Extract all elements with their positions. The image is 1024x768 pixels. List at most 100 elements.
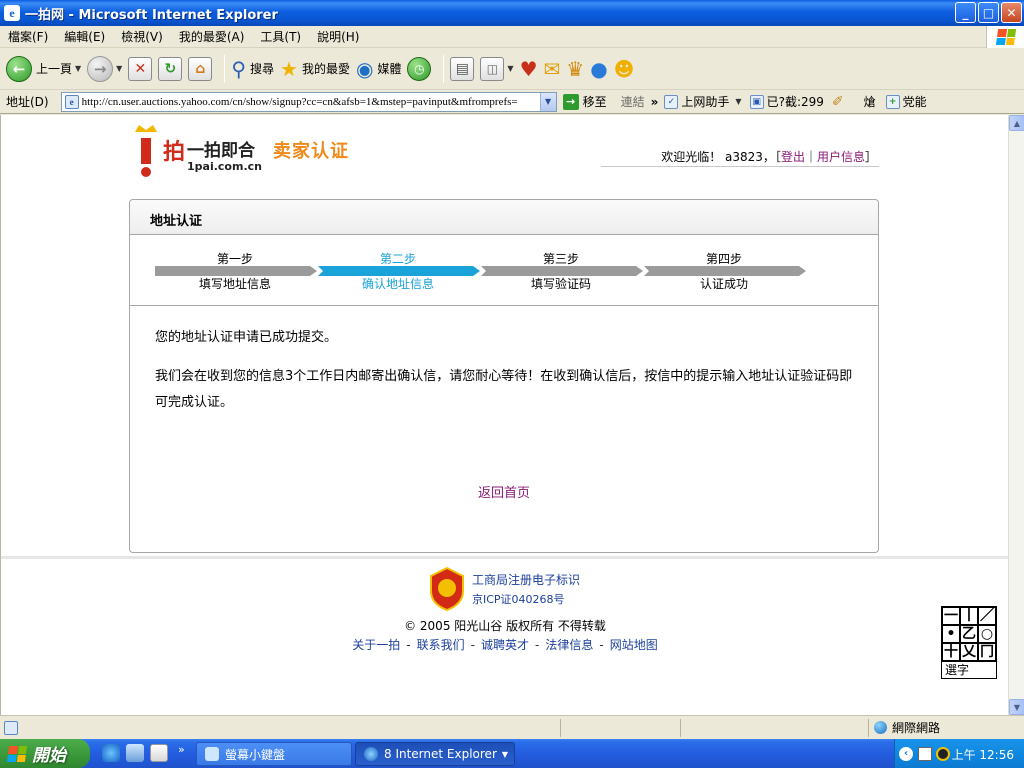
progress-step: 第三步 填写验证码 xyxy=(481,236,645,306)
success-message: 您的地址认证申请已成功提交。 xyxy=(155,330,338,345)
ime-handwriting-pad[interactable]: 一丨／ • 乙 ○ 十乂冂選字 xyxy=(941,606,997,679)
go-button[interactable]: → 移至 xyxy=(562,93,607,110)
footer-links: 关于一拍 - 联系我们 - 诚聘英才 - 法律信息 - 网站地图 xyxy=(1,636,1008,653)
system-clock[interactable]: 上午 12:56 xyxy=(952,746,1014,763)
back-dropdown-icon[interactable]: ▼ xyxy=(75,64,81,73)
icp-number[interactable]: 京ICP证040268号 xyxy=(472,591,565,607)
panel-title: 地址认证 xyxy=(150,214,203,229)
maximize-button[interactable]: □ xyxy=(978,2,999,23)
header-divider xyxy=(601,166,879,167)
links-chevron-icon[interactable]: » xyxy=(651,95,659,109)
standard-toolbar: ← 上一頁 ▼ → ▼ ✕ ↻ ⌂ ⚲ 搜尋 ★ 我的最愛 ◉ 媒體 ◷ ▤ ◫… xyxy=(0,48,1024,90)
history-button[interactable]: ◷ xyxy=(407,52,432,86)
assistant-dropdown-icon[interactable]: ▼ xyxy=(735,97,741,106)
refresh-button[interactable]: ↻ xyxy=(158,52,183,86)
address-url[interactable]: http://cn.user.auctions.yahoo.com/cn/sho… xyxy=(82,96,538,108)
blue-ball-button[interactable]: ● xyxy=(590,52,607,86)
footer-link[interactable]: 关于一拍 xyxy=(352,638,400,652)
menu-tools[interactable]: 工具(T) xyxy=(252,28,309,45)
address-input[interactable]: e http://cn.user.auctions.yahoo.com/cn/s… xyxy=(60,91,557,112)
print-button[interactable]: ▤ xyxy=(450,52,475,86)
close-button[interactable]: ✕ xyxy=(1001,2,1022,23)
progress-step: 第四步 认证成功 xyxy=(644,236,808,306)
ime-stroke-key[interactable]: ○ xyxy=(978,625,996,643)
ime-stroke-key[interactable]: ／ xyxy=(978,607,996,625)
user-info-link[interactable]: 用户信息 xyxy=(817,150,865,164)
home-button[interactable]: ⌂ xyxy=(188,52,213,86)
popup-blocked-label: 已?截:299 xyxy=(766,95,824,109)
scroll-up-icon[interactable]: ▲ xyxy=(1009,115,1024,131)
broom-icon[interactable]: ✐ xyxy=(832,94,844,110)
media-button[interactable]: ◉ 媒體 xyxy=(356,52,401,86)
status-page-icon xyxy=(4,720,18,735)
back-home-link-text[interactable]: 返回首页 xyxy=(478,486,530,501)
menu-view[interactable]: 檢視(V) xyxy=(113,28,171,45)
footer-link[interactable]: 法律信息 xyxy=(545,638,593,652)
assistant-button[interactable]: ✓ 上网助手 ▼ xyxy=(664,93,749,110)
quicklaunch-ime-icon[interactable] xyxy=(150,744,168,762)
ime-stroke-key[interactable]: • xyxy=(942,625,960,643)
edit-dropdown-icon[interactable]: ▼ xyxy=(507,64,513,73)
ime-stroke-key[interactable]: 一 xyxy=(942,607,960,625)
footer-link[interactable]: 诚聘英才 xyxy=(481,638,529,652)
ime-stroke-key[interactable]: 冂 xyxy=(978,643,996,661)
favorites-button[interactable]: ★ 我的最愛 xyxy=(280,52,350,86)
vertical-scrollbar[interactable]: ▲ ▼ xyxy=(1008,115,1024,715)
business-license-badge-icon[interactable] xyxy=(429,567,465,611)
license-label[interactable]: 工商局注册电子标识 xyxy=(472,571,580,588)
media-globe-icon: ◉ xyxy=(355,56,374,81)
menu-edit[interactable]: 編輯(E) xyxy=(56,28,113,45)
menu-file[interactable]: 檔案(F) xyxy=(0,28,56,45)
extra-label-2[interactable]: 党能 xyxy=(903,93,927,110)
task-group-dropdown-icon[interactable]: ▼ xyxy=(502,750,508,759)
scroll-down-icon[interactable]: ▼ xyxy=(1009,699,1024,715)
menu-favorites[interactable]: 我的最愛(A) xyxy=(171,28,253,45)
stop-button[interactable]: ✕ xyxy=(128,52,153,86)
ime-select-key[interactable]: 選字 xyxy=(942,661,996,678)
taskbar-onscreen-keyboard[interactable]: 螢幕小鍵盤 xyxy=(196,742,352,766)
ime-stroke-key[interactable]: 十 xyxy=(942,643,960,661)
messenger-button[interactable]: ♥ xyxy=(520,52,538,86)
quicklaunch-expand-icon[interactable]: » xyxy=(178,743,185,756)
smiley-button[interactable]: ☻ xyxy=(614,52,635,86)
media-label: 媒體 xyxy=(377,62,402,76)
popup-blocked-button[interactable]: ▣ 已?截:299 xyxy=(749,93,824,110)
ime-stroke-key[interactable]: 乙 xyxy=(960,625,978,643)
menu-help[interactable]: 說明(H) xyxy=(309,28,367,45)
links-label[interactable]: 連結 xyxy=(621,93,645,110)
go-arrow-icon: → xyxy=(562,93,579,110)
address-dropdown-icon[interactable]: ▼ xyxy=(539,92,556,111)
forward-button[interactable]: → ▼ xyxy=(87,52,122,86)
quicklaunch-desktop-icon[interactable] xyxy=(126,744,144,762)
toolbar-separator xyxy=(443,54,445,83)
ime-stroke-key[interactable]: 乂 xyxy=(960,643,978,661)
smiley-icon: ☻ xyxy=(613,56,635,81)
start-label: 開始 xyxy=(32,746,66,766)
money-bag-button[interactable]: ♛ xyxy=(566,52,584,86)
footer-link[interactable]: 联系我们 xyxy=(417,638,465,652)
forward-dropdown-icon[interactable]: ▼ xyxy=(116,64,122,73)
tray-qq-icon[interactable] xyxy=(936,746,950,761)
tray-ime-icon[interactable] xyxy=(918,746,932,761)
step-number: 第四步 xyxy=(705,252,742,266)
messenger-icon: ♥ xyxy=(519,56,538,81)
blue-ball-icon: ● xyxy=(590,56,608,81)
start-button[interactable]: 開始 xyxy=(0,739,90,768)
footer-link[interactable]: 网站地图 xyxy=(610,638,658,652)
window-title-bar[interactable]: e 一拍网 - Microsoft Internet Explorer _ □ … xyxy=(0,0,1024,26)
search-button[interactable]: ⚲ 搜尋 xyxy=(231,52,274,86)
logout-link[interactable]: 登出 xyxy=(781,150,805,164)
minimize-button[interactable]: _ xyxy=(955,2,976,23)
address-bar: 地址(D) e http://cn.user.auctions.yahoo.co… xyxy=(0,90,1024,114)
taskbar-internet-explorer[interactable]: 8 Internet Explorer ▼ xyxy=(355,742,515,766)
edit-button[interactable]: ◫ ▼ xyxy=(480,52,514,86)
mail-button[interactable]: ✉ xyxy=(544,52,561,86)
tray-arrow-icon[interactable]: ‹ xyxy=(899,746,913,761)
back-button[interactable]: ← 上一頁 ▼ xyxy=(6,52,81,86)
ime-stroke-key[interactable]: 丨 xyxy=(960,607,978,625)
welcome-bar: 欢迎光临！ a3823，［登出｜用户信息］ xyxy=(661,148,877,165)
extra-label-1[interactable]: 熗 xyxy=(864,93,876,110)
quicklaunch-ie-icon[interactable] xyxy=(102,744,120,762)
site-logo[interactable]: 拍 一拍即合 1pai.com.cn xyxy=(129,120,263,182)
panel-header: 地址认证 xyxy=(130,200,878,235)
